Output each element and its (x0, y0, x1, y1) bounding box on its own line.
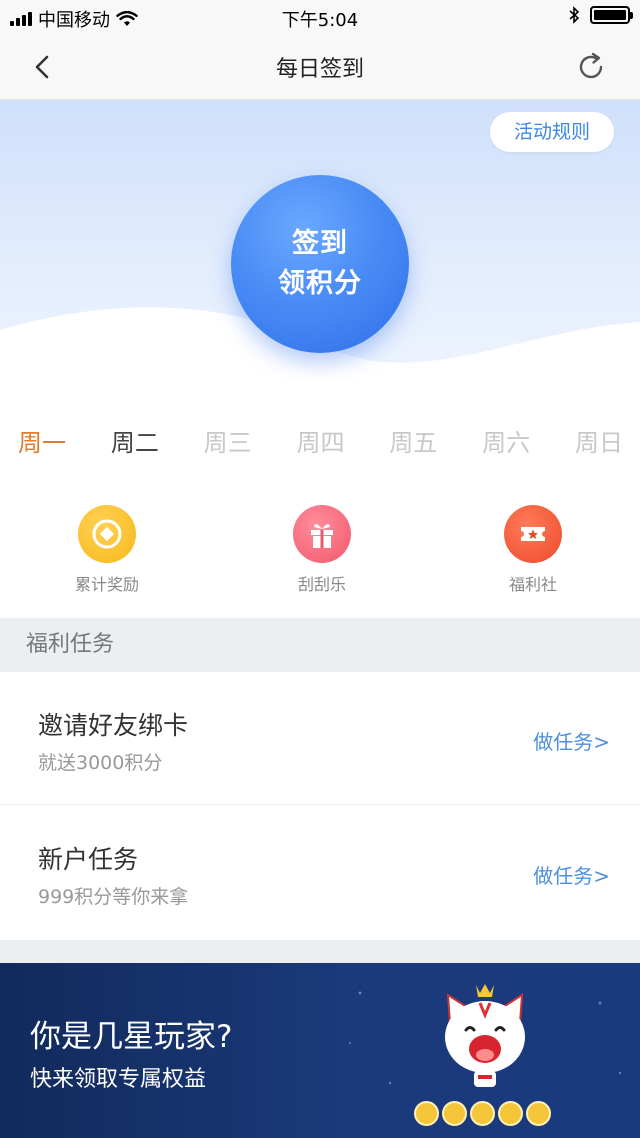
do-task-link[interactable]: 做任务> (533, 726, 610, 755)
weekday-mon[interactable]: 周一 (18, 420, 66, 466)
banner-title: 你是几星玩家? (30, 1019, 233, 1055)
ticket-icon (504, 505, 562, 563)
status-right (568, 6, 633, 24)
task-subtitle: 999积分等你来拿 (38, 886, 189, 908)
star-icon (470, 1101, 495, 1126)
shortcut-scratch-card[interactable]: 刮刮乐 (262, 505, 382, 595)
coin-icon (78, 505, 136, 563)
shortcut-label: 累计奖励 (74, 575, 139, 594)
checkin-label-line1: 签到 (292, 228, 348, 259)
shortcut-row: 累计奖励 刮刮乐 福利社 (0, 505, 640, 605)
checkin-label-line2: 领积分 (278, 268, 362, 299)
weekday-tue[interactable]: 周二 (111, 420, 159, 466)
shortcut-cumulative-rewards[interactable]: 累计奖励 (47, 505, 167, 595)
cat-mascot-icon (445, 984, 525, 1087)
status-bar: 中国移动 下午5:04 (0, 0, 640, 34)
gift-icon (293, 505, 351, 563)
star-icon (442, 1101, 467, 1126)
star-player-banner[interactable]: 你是几星玩家? 快来领取专属权益 (0, 963, 640, 1138)
section-divider (0, 940, 640, 963)
checkin-button[interactable]: 签到 领积分 (231, 175, 409, 353)
weekday-fri[interactable]: 周五 (389, 420, 437, 466)
do-task-link[interactable]: 做任务> (533, 860, 610, 889)
star-icon (526, 1101, 551, 1126)
shortcut-label: 刮刮乐 (297, 575, 346, 594)
task-title: 新户任务 (38, 845, 139, 874)
task-title: 邀请好友绑卡 (38, 711, 189, 740)
weekday-thu[interactable]: 周四 (296, 420, 344, 466)
banner-subtitle: 快来领取专属权益 (30, 1067, 207, 1092)
battery-icon (590, 6, 633, 24)
shortcut-welfare-club[interactable]: 福利社 (473, 505, 593, 595)
nav-bar: 每日签到 (0, 34, 640, 100)
status-time: 下午5:04 (281, 10, 359, 31)
task-row-new-user[interactable]: 新户任务 999积分等你来拿 做任务> (0, 806, 640, 939)
weekday-wed[interactable]: 周三 (204, 420, 252, 466)
star-rating (414, 1101, 551, 1126)
task-subtitle: 就送3000积分 (38, 752, 163, 774)
bluetooth-icon (569, 6, 580, 24)
section-title: 福利任务 (0, 618, 640, 672)
weekday-sun[interactable]: 周日 (575, 420, 623, 466)
shortcut-label: 福利社 (508, 575, 557, 594)
checkin-hero: 活动规则 签到 领积分 (0, 100, 640, 380)
activity-rules-button[interactable]: 活动规则 (490, 112, 614, 152)
star-icon (498, 1101, 523, 1126)
page-title: 每日签到 (275, 57, 364, 82)
task-row-invite-friends[interactable]: 邀请好友绑卡 就送3000积分 做任务> (0, 672, 640, 805)
weekday-row: 周一 周二 周三 周四 周五 周六 周日 (0, 420, 640, 466)
weekday-sat[interactable]: 周六 (482, 420, 530, 466)
star-icon (414, 1101, 439, 1126)
refresh-icon[interactable] (574, 50, 608, 84)
